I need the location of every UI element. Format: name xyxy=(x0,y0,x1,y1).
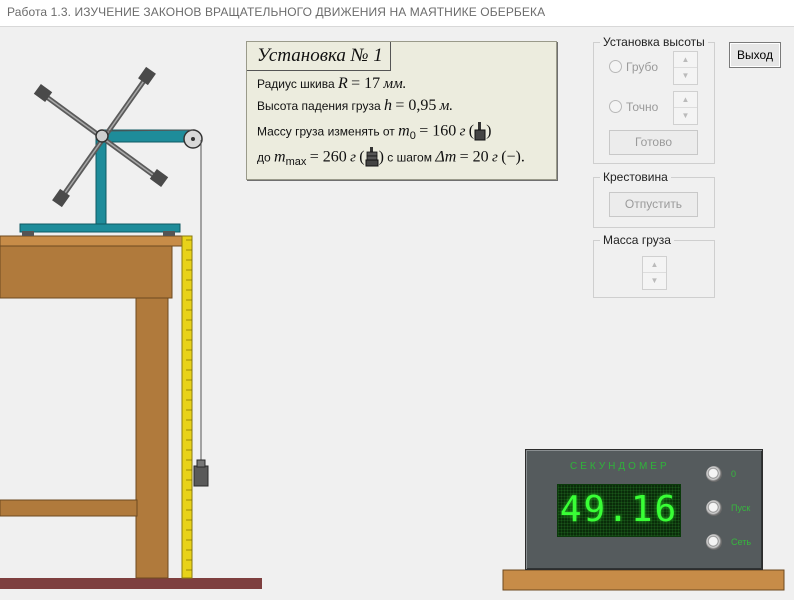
stopwatch-display: 49.16 xyxy=(557,484,681,537)
radio-coarse-circle[interactable] xyxy=(609,60,622,73)
setup-title: Установка № 1 xyxy=(247,42,391,71)
radio-fine[interactable]: Точно xyxy=(609,100,658,114)
fine-down-arrow-icon[interactable]: ▼ xyxy=(674,107,697,123)
height-label: Высота падения груза xyxy=(257,99,381,113)
radio-fine-circle[interactable] xyxy=(609,100,622,113)
table-apron xyxy=(0,245,173,299)
m0-var: m xyxy=(398,122,410,140)
table-leg xyxy=(135,297,169,579)
radius-unit: мм. xyxy=(383,76,407,92)
reset-label: 0 xyxy=(731,469,737,479)
mmax-var: m xyxy=(274,148,286,166)
height-value: = 0,95 xyxy=(395,97,437,114)
stopwatch-value: 49.16 xyxy=(559,489,679,530)
mmax-sub: max xyxy=(285,156,307,169)
cross-group-title: Крестовина xyxy=(600,170,671,184)
step-value: = 20 xyxy=(459,148,489,166)
radius-var: R xyxy=(338,75,348,92)
to-label: до xyxy=(257,150,271,165)
height-ruler xyxy=(181,235,193,579)
radio-fine-label: Точно xyxy=(626,100,659,114)
minus-icon: − xyxy=(506,148,516,166)
weight-stack-icon xyxy=(365,147,379,170)
radius-label: Радиус шкива xyxy=(257,77,335,91)
close-tail: ). xyxy=(515,148,525,166)
height-row: Высота падения груза h = 0,95 м. xyxy=(257,97,453,115)
base-foot-left xyxy=(22,231,34,236)
cross-hub xyxy=(95,129,109,143)
paren-close-2: ) xyxy=(378,148,384,166)
hanging-weight xyxy=(193,465,209,487)
done-button[interactable]: Готово xyxy=(609,130,698,155)
mmax-value: = 260 xyxy=(309,148,347,166)
mass-spinner[interactable]: ▲ ▼ xyxy=(642,256,667,290)
stopwatch-title: СЕКУНДОМЕР xyxy=(570,461,670,472)
radio-coarse-label: Грубо xyxy=(626,60,659,74)
coarse-up-arrow-icon[interactable]: ▲ xyxy=(674,52,697,67)
coarse-spinner[interactable]: ▲ ▼ xyxy=(673,51,698,85)
step-unit: г xyxy=(491,149,498,166)
weight-small-icon xyxy=(474,121,486,144)
mass-group: Масса груза ▲ ▼ xyxy=(593,233,715,298)
mass-from-row: Массу груза изменять от m0 = 160 г () xyxy=(257,121,491,144)
release-button[interactable]: Отпустить xyxy=(609,192,698,217)
mass-group-title: Масса груза xyxy=(600,233,674,247)
mass-to-row: до mmax = 260 г () с шагом Δm = 20 г (−)… xyxy=(257,147,525,170)
m0-value: = 160 xyxy=(419,122,457,140)
stopwatch-shelf xyxy=(502,569,785,591)
m0-sub: 0 xyxy=(409,130,416,143)
height-setup-title: Установка высоты xyxy=(600,35,708,49)
fine-spinner[interactable]: ▲ ▼ xyxy=(673,91,698,125)
step-label: с шагом xyxy=(387,150,432,165)
floor-strip xyxy=(0,578,262,589)
power-label: Сеть xyxy=(731,537,752,547)
reset-button[interactable] xyxy=(706,466,722,482)
stopwatch: СЕКУНДОМЕР 49.16 0 Пуск Сеть xyxy=(525,449,763,570)
paren-close-1: ) xyxy=(486,122,492,140)
exit-button[interactable]: Выход xyxy=(729,42,781,68)
mass-down-arrow-icon[interactable]: ▼ xyxy=(643,272,666,288)
step-var: Δm xyxy=(435,148,457,166)
coarse-down-arrow-icon[interactable]: ▼ xyxy=(674,67,697,83)
table-crossbar xyxy=(0,499,138,517)
m0-unit: г xyxy=(459,123,466,140)
start-label: Пуск xyxy=(731,503,751,513)
height-unit: м. xyxy=(439,98,454,114)
height-var: h xyxy=(384,97,392,114)
pendulum-base-plate xyxy=(19,223,181,233)
mmax-unit: г xyxy=(350,149,356,166)
radius-row: Радиус шкива R = 17 мм. xyxy=(257,75,406,93)
pendulum-arm xyxy=(103,129,195,143)
table-top xyxy=(0,235,183,247)
cross-group: Крестовина Отпустить xyxy=(593,170,715,228)
height-setup-group: Установка высоты Грубо ▲ ▼ Точно ▲ ▼ Гот… xyxy=(593,35,715,164)
start-button[interactable] xyxy=(706,500,722,516)
mass-up-arrow-icon[interactable]: ▲ xyxy=(643,257,666,272)
power-button[interactable] xyxy=(706,534,722,550)
fine-up-arrow-icon[interactable]: ▲ xyxy=(674,92,697,107)
radius-value: = 17 xyxy=(351,75,381,92)
mass-from-label: Массу груза изменять от xyxy=(257,124,395,139)
base-foot-right xyxy=(163,231,175,236)
setup-info-card: Установка № 1 Радиус шкива R = 17 мм. Вы… xyxy=(246,41,557,180)
radio-coarse[interactable]: Грубо xyxy=(609,60,658,74)
